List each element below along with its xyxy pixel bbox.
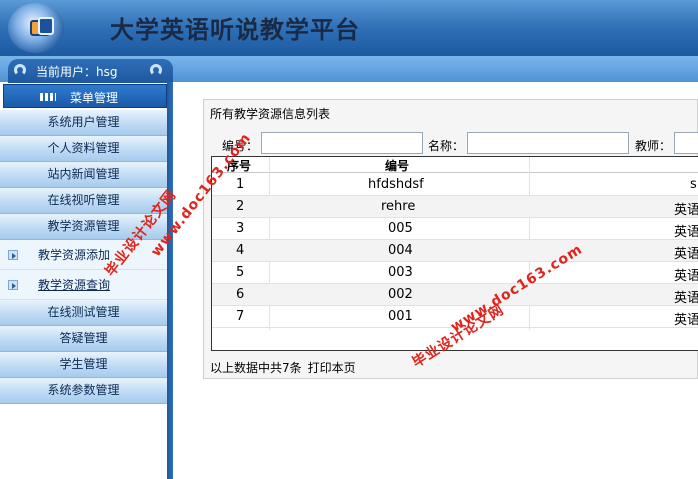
menu-grid-icon xyxy=(40,93,56,101)
sidebar-item-profile[interactable]: 个人资料管理 xyxy=(0,136,167,162)
row-seq: 3 xyxy=(236,221,245,236)
sidebar-item-audio-video[interactable]: 在线视听管理 xyxy=(0,188,167,214)
name-label: 名称： xyxy=(428,139,465,153)
teacher-label: 教师： xyxy=(635,139,672,153)
table-row[interactable]: 3 005 英语 xyxy=(212,218,698,240)
table-row[interactable]: 5 003 英语 xyxy=(212,262,698,284)
ring-left-icon xyxy=(14,64,26,76)
sidebar-item-label: 个人资料管理 xyxy=(47,141,120,155)
logo-mark-blue xyxy=(38,17,54,35)
sidebar-item-label: 答疑管理 xyxy=(59,331,108,345)
sidebar-menu: 系统用户管理 个人资料管理 站内新闻管理 在线视听管理 教学资源管理 教学资源添… xyxy=(0,110,167,404)
sidebar-item-label: 在线测试管理 xyxy=(47,305,120,319)
sidebar-subitem-add-resource[interactable]: 教学资源添加 xyxy=(0,240,167,270)
logo-icon xyxy=(8,3,64,53)
row-code: hfdshdsf xyxy=(368,177,424,192)
sidebar-item-label: 系统参数管理 xyxy=(47,383,120,397)
row-extra: s xyxy=(690,177,697,192)
column-header-seq: 序号 xyxy=(227,159,252,173)
menu-header-label: 菜单管理 xyxy=(70,91,119,105)
record-count: 以上数据中共7条 xyxy=(210,361,302,375)
table-row[interactable]: 1 hfdshdsf s xyxy=(212,174,698,196)
resource-list-panel: 所有教学资源信息列表 编号： 名称： 教师： 序号 编号 1 hfdshdsf … xyxy=(203,99,698,379)
resource-table: 序号 编号 1 hfdshdsf s 2 rehre 英语 3 005 英语 4… xyxy=(211,156,698,351)
code-label: 编号： xyxy=(222,139,259,153)
row-extra: 英语 xyxy=(674,313,698,328)
row-extra: 英语 xyxy=(674,203,698,218)
sidebar-subitem-label: 教学资源查询 xyxy=(38,278,111,292)
row-seq: 1 xyxy=(236,177,245,192)
panel-footer: 以上数据中共7条 打印本页 xyxy=(210,359,356,376)
table-row[interactable]: 2 rehre 英语 xyxy=(212,196,698,218)
table-row[interactable]: 4 004 英语 xyxy=(212,240,698,262)
row-code: 003 xyxy=(388,265,413,280)
sidebar-item-system-params[interactable]: 系统参数管理 xyxy=(0,378,167,404)
sidebar-item-label: 在线视听管理 xyxy=(47,193,120,207)
sidebar-subitem-label: 教学资源添加 xyxy=(38,248,111,262)
sidebar-subitem-query-resource[interactable]: 教学资源查询 xyxy=(0,270,167,300)
row-code: rehre xyxy=(381,199,416,214)
code-search-input[interactable] xyxy=(261,132,423,154)
sidebar-item-label: 站内新闻管理 xyxy=(47,167,120,181)
search-row: 编号： 名称： 教师： xyxy=(204,131,698,157)
table-row[interactable]: 7 001 英语 xyxy=(212,306,698,328)
ring-right-icon xyxy=(150,64,162,76)
app-title: 大学英语听说教学平台 xyxy=(110,15,360,44)
app-header: 大学英语听说教学平台 xyxy=(0,0,698,56)
panel-title: 所有教学资源信息列表 xyxy=(210,107,331,121)
row-seq: 7 xyxy=(236,309,245,324)
row-code: 001 xyxy=(388,309,413,324)
sidebar-divider xyxy=(167,82,173,479)
row-extra: 英语 xyxy=(674,225,698,240)
sidebar-item-students[interactable]: 学生管理 xyxy=(0,352,167,378)
row-extra: 英语 xyxy=(674,247,698,262)
row-seq: 5 xyxy=(236,265,245,280)
row-code: 002 xyxy=(388,287,413,302)
current-user-label: 当前用户：hsg xyxy=(36,65,118,79)
sidebar-item-label: 系统用户管理 xyxy=(47,115,120,129)
sidebar-item-label: 教学资源管理 xyxy=(47,219,120,233)
sidebar-item-label: 学生管理 xyxy=(59,357,108,371)
row-seq: 4 xyxy=(236,243,245,258)
arrow-right-icon xyxy=(8,280,18,290)
name-search-input[interactable] xyxy=(467,132,629,154)
arrow-right-icon xyxy=(8,250,18,260)
table-row[interactable]: 6 002 英语 xyxy=(212,284,698,306)
sidebar-item-resources[interactable]: 教学资源管理 xyxy=(0,214,167,240)
sidebar-item-qa[interactable]: 答疑管理 xyxy=(0,326,167,352)
print-link[interactable]: 打印本页 xyxy=(308,361,356,375)
row-extra: 英语 xyxy=(674,291,698,306)
row-extra: 英语 xyxy=(674,269,698,284)
sidebar-item-news[interactable]: 站内新闻管理 xyxy=(0,162,167,188)
sidebar-item-system-users[interactable]: 系统用户管理 xyxy=(0,110,167,136)
table-header: 序号 编号 xyxy=(212,157,698,173)
row-code: 004 xyxy=(388,243,413,258)
row-seq: 2 xyxy=(236,199,245,214)
column-header-code: 编号 xyxy=(385,159,410,173)
teacher-search-input[interactable] xyxy=(674,132,698,154)
row-seq: 6 xyxy=(236,287,245,302)
current-user-box: 当前用户：hsg xyxy=(8,59,173,83)
menu-header[interactable]: 菜单管理 xyxy=(3,84,167,108)
row-code: 005 xyxy=(388,221,413,236)
sidebar-item-online-test[interactable]: 在线测试管理 xyxy=(0,300,167,326)
